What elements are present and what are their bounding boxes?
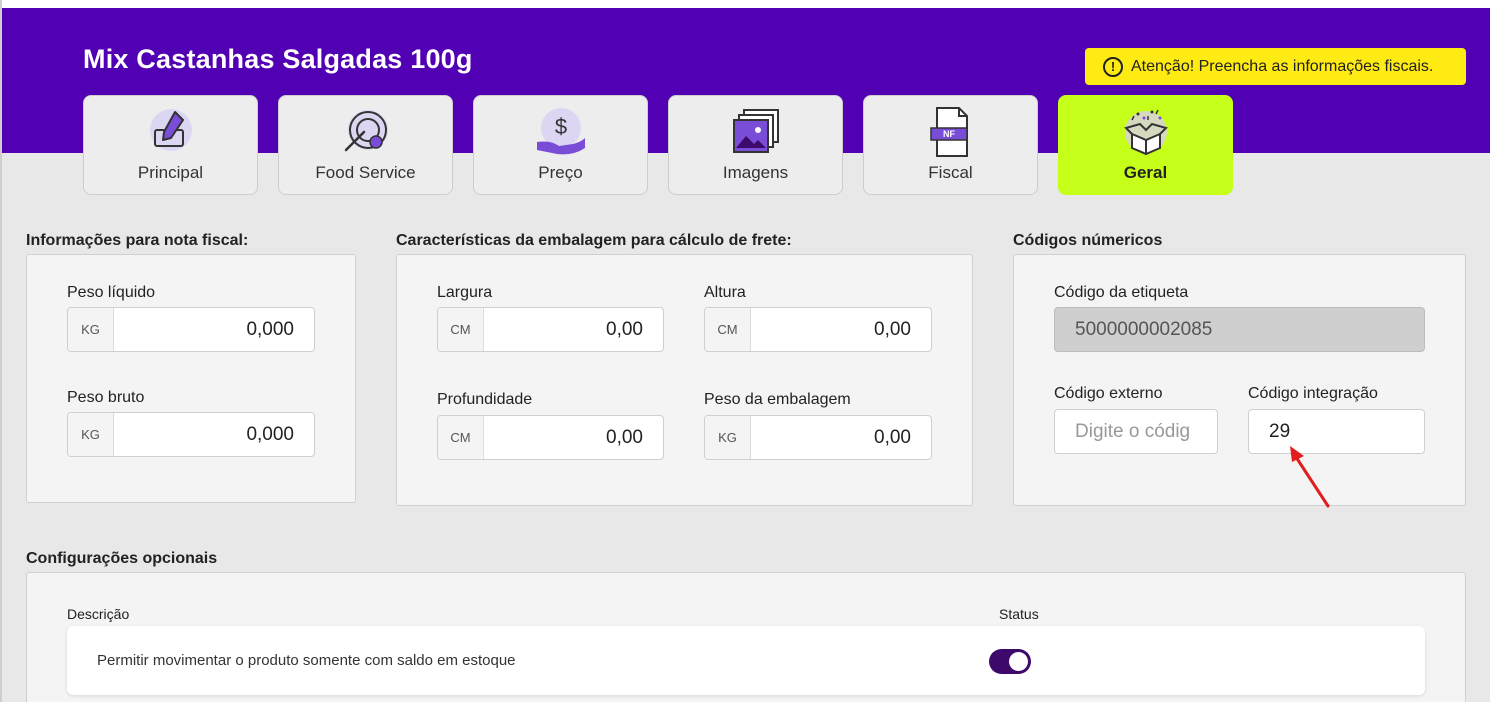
annotation-arrow-icon <box>1290 446 1330 508</box>
fiscal-alert-badge: ! Atenção! Preencha as informações fisca… <box>1085 48 1466 85</box>
top-strip <box>0 0 1490 8</box>
largura-value[interactable]: 0,00 <box>484 308 663 351</box>
largura-label: Largura <box>437 284 493 301</box>
nota-fiscal-title: Informações para nota fiscal: <box>26 232 249 249</box>
tab-label: Fiscal <box>928 163 973 182</box>
tab-fiscal[interactable]: NF Fiscal <box>863 95 1038 195</box>
col-descricao: Descrição <box>67 606 130 622</box>
toggle-knob <box>1009 652 1028 671</box>
peso-embalagem-label: Peso da embalagem <box>704 391 851 408</box>
codigo-etiqueta-input: 5000000002085 <box>1054 307 1425 352</box>
tab-imagens[interactable]: Imagens <box>668 95 843 195</box>
hand-dollar-icon: $ <box>536 108 585 155</box>
tab-label: Imagens <box>722 163 789 182</box>
peso-embalagem-value[interactable]: 0,00 <box>751 416 931 459</box>
tab-label: Principal <box>137 163 204 182</box>
unit-label: KG <box>68 413 114 456</box>
tab-geral[interactable]: Geral <box>1058 95 1233 195</box>
codigo-externo-input[interactable]: Digite o códig <box>1054 409 1218 454</box>
profundidade-value[interactable]: 0,00 <box>484 416 663 459</box>
codigo-etiqueta-label: Código da etiqueta <box>1054 284 1189 301</box>
peso-liquido-value[interactable]: 0,000 <box>114 308 314 351</box>
option-description: Permitir movimentar o produto somente co… <box>97 652 516 669</box>
profundidade-label: Profundidade <box>437 391 533 408</box>
tab-preco[interactable]: $ Preço <box>473 95 648 195</box>
opcionais-title: Configurações opcionais <box>26 550 218 567</box>
nf-document-icon: NF <box>929 107 968 157</box>
unit-label: CM <box>438 416 484 459</box>
tab-label: Food Service <box>315 163 416 182</box>
images-stack-icon <box>732 109 779 153</box>
unit-label: CM <box>705 308 751 351</box>
largura-input[interactable]: CM 0,00 <box>437 307 664 352</box>
list-item: Permitir movimentar o produto somente co… <box>67 626 1425 695</box>
codigo-integracao-label: Código integração <box>1248 385 1378 402</box>
status-toggle[interactable] <box>989 649 1031 674</box>
product-title: Mix Castanhas Salgadas 100g <box>83 44 473 74</box>
peso-bruto-label: Peso bruto <box>67 389 145 406</box>
col-status: Status <box>999 606 1039 622</box>
tab-principal[interactable]: Principal <box>83 95 258 195</box>
tab-label: Geral <box>1123 163 1168 182</box>
unit-label: KG <box>705 416 751 459</box>
plate-cutlery-icon <box>344 110 388 152</box>
codigos-title: Códigos númericos <box>1013 232 1163 249</box>
profundidade-input[interactable]: CM 0,00 <box>437 415 664 460</box>
unit-label: CM <box>438 308 484 351</box>
peso-liquido-input[interactable]: KG 0,000 <box>67 307 315 352</box>
altura-value[interactable]: 0,00 <box>751 308 931 351</box>
warning-circle-icon: ! <box>1103 56 1123 77</box>
peso-embalagem-input[interactable]: KG 0,00 <box>704 415 932 460</box>
altura-input[interactable]: CM 0,00 <box>704 307 932 352</box>
svg-text:$: $ <box>554 114 566 139</box>
tab-label: Preço <box>538 163 583 182</box>
codigo-externo-label: Código externo <box>1054 385 1163 402</box>
left-edge <box>0 0 2 702</box>
svg-text:NF: NF <box>943 129 955 139</box>
peso-liquido-label: Peso líquido <box>67 284 156 301</box>
embalagem-title: Características da embalagem para cálcul… <box>396 232 792 249</box>
open-box-icon <box>1123 109 1168 156</box>
altura-label: Altura <box>704 284 746 301</box>
peso-bruto-input[interactable]: KG 0,000 <box>67 412 315 457</box>
unit-label: KG <box>68 308 114 351</box>
alert-text: Atenção! Preencha as informações fiscais… <box>1131 57 1434 75</box>
peso-bruto-value[interactable]: 0,000 <box>114 413 314 456</box>
tab-food-service[interactable]: Food Service <box>278 95 453 195</box>
pencil-box-icon <box>149 109 192 151</box>
